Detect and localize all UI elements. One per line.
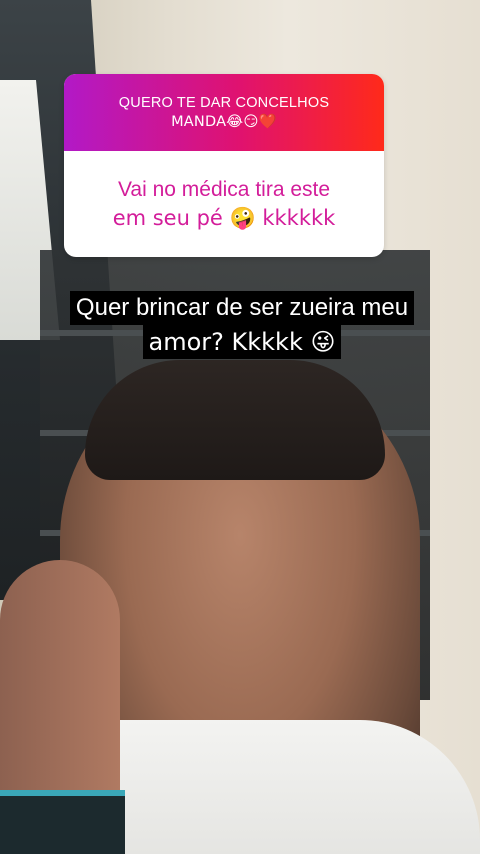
question-sticker[interactable]: QUERO TE DAR CONCELHOS MANDA😂😏❤️ Vai no … [64, 74, 384, 257]
question-prompt-line1: QUERO TE DAR CONCELHOS [118, 94, 330, 111]
answer-line1: Vai no médica tira este [117, 177, 331, 201]
caption-line1: Quer brincar de ser zueira meu [69, 291, 415, 325]
question-sticker-answer: Vai no médica tira este em seu pé 🤪 kkkk… [64, 151, 384, 257]
question-prompt-line2: MANDA😂😏❤️ [171, 113, 277, 130]
story-caption: Quer brincar de ser zueira meu amor? Kkk… [22, 291, 462, 359]
question-sticker-prompt: QUERO TE DAR CONCELHOS MANDA😂😏❤️ [64, 74, 384, 151]
wristwatch [0, 790, 125, 854]
person-hair [85, 360, 385, 480]
answer-line2: em seu pé 🤪 kkkkkk [112, 205, 336, 230]
story-frame: QUERO TE DAR CONCELHOS MANDA😂😏❤️ Vai no … [0, 0, 480, 854]
caption-line2: amor? Kkkkk 😜 [142, 325, 342, 359]
